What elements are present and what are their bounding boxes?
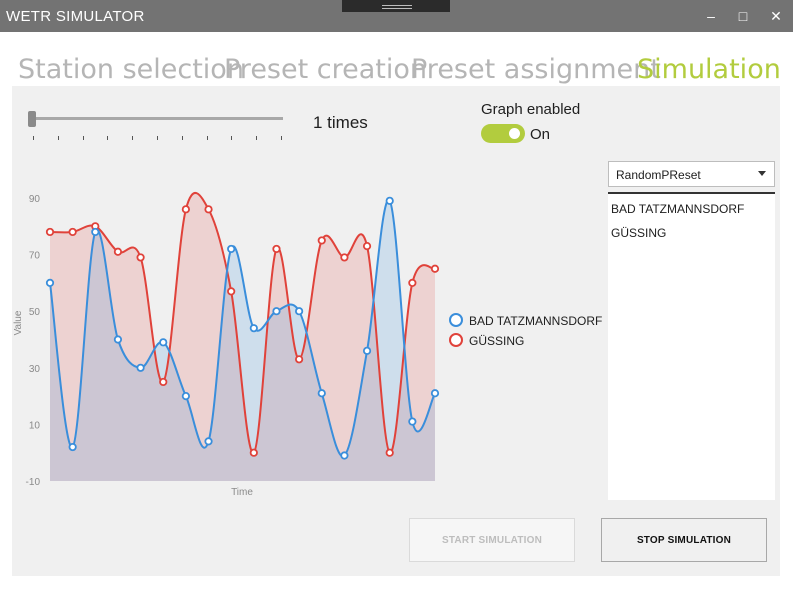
- data-point: [113, 335, 123, 344]
- x-axis-title: Time: [231, 487, 253, 498]
- data-point: [159, 377, 168, 387]
- data-point: [181, 205, 190, 214]
- data-point: [159, 338, 168, 347]
- data-point: [385, 448, 394, 457]
- data-point: [362, 346, 372, 355]
- data-point: [317, 389, 326, 398]
- data-point: [181, 391, 190, 401]
- data-point: [340, 451, 349, 460]
- data-point: [68, 442, 77, 452]
- data-point: [249, 324, 258, 333]
- data-point: [430, 264, 440, 273]
- data-point: [113, 247, 123, 256]
- data-point: [45, 278, 55, 287]
- y-tick-label: 90: [29, 194, 41, 205]
- y-tick-label: 10: [29, 420, 41, 431]
- data-point: [204, 205, 213, 214]
- y-axis-title: Value: [13, 310, 24, 335]
- y-tick-label: 70: [29, 251, 41, 262]
- data-point: [317, 236, 326, 245]
- data-point: [249, 448, 258, 457]
- data-point: [272, 307, 281, 316]
- data-point: [385, 196, 394, 205]
- data-point: [340, 253, 349, 262]
- data-point: [295, 307, 304, 316]
- data-point: [91, 227, 100, 237]
- simulation-chart: -10 10 30 50 70 90 Value Time: [13, 192, 440, 498]
- data-point: [295, 355, 304, 364]
- app-window: WETR SIMULATOR – □ ✕ Station selection P…: [0, 0, 793, 590]
- data-point: [408, 417, 417, 426]
- data-point: [136, 253, 145, 262]
- data-point: [227, 244, 236, 254]
- data-point: [362, 242, 372, 251]
- y-tick-label: -10: [26, 477, 41, 488]
- data-point: [136, 363, 145, 372]
- y-tick-label: 30: [29, 364, 41, 375]
- data-point: [272, 244, 281, 254]
- data-point: [430, 389, 440, 398]
- data-point: [68, 227, 77, 237]
- data-point: [227, 287, 236, 296]
- y-tick-label: 50: [29, 307, 41, 318]
- data-point: [204, 437, 213, 446]
- data-point: [45, 227, 55, 237]
- data-point: [408, 278, 417, 287]
